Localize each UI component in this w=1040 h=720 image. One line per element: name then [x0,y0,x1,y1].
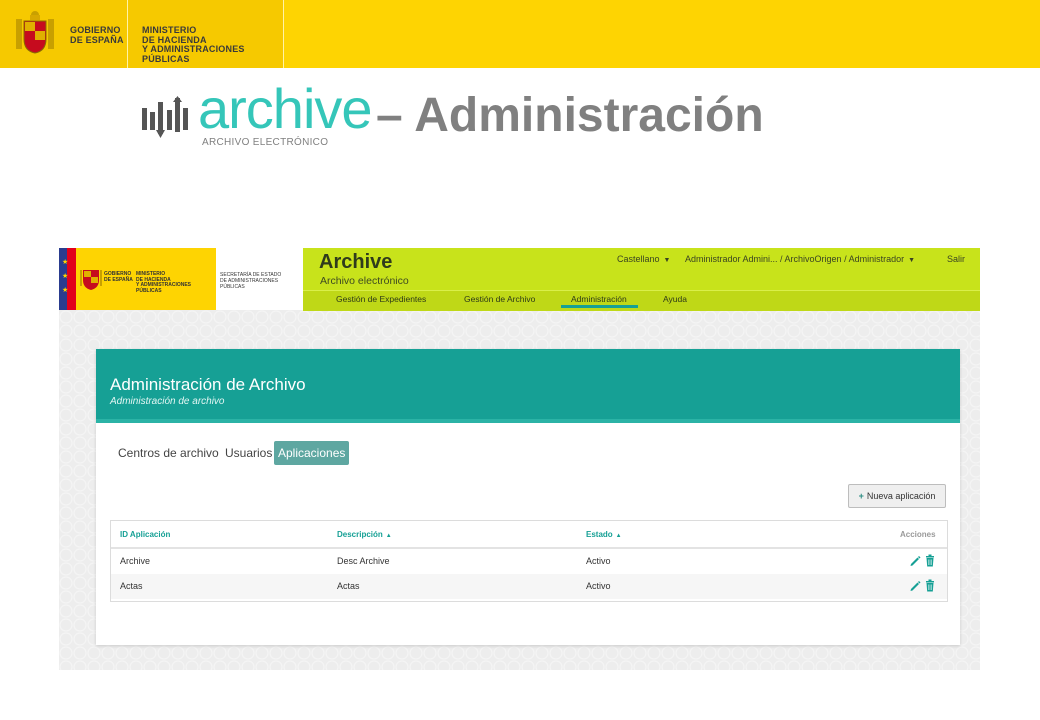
table-row[interactable]: Archive Desc Archive Activo [111,549,947,574]
col-descripcion-label: Descripción [337,530,383,539]
coat-of-arms-icon [80,270,102,290]
col-estado[interactable]: Estado ▲ [586,530,622,539]
cell-estado: Activo [586,556,611,566]
col-estado-label: Estado [586,530,613,539]
nav-gestion-archivo[interactable]: Gestión de Archivo [464,294,535,304]
gobierno-text: GOBIERNO DE ESPAÑA [70,25,124,45]
logout-link[interactable]: Salir [947,254,965,264]
col-id-aplicacion[interactable]: ID Aplicación [120,530,170,539]
edit-pencil-icon[interactable] [909,554,921,567]
nav-gestion-expedientes[interactable]: Gestión de Expedientes [336,294,426,304]
language-label: Castellano [617,254,660,264]
coat-of-arms-icon [16,11,54,54]
row-actions [909,579,937,593]
edit-pencil-icon[interactable] [909,579,921,592]
banner-logos: GOBIERNO DE ESPAÑA MINISTERIO DE HACIEND… [0,0,284,68]
panel-title: Administración de Archivo [110,375,306,394]
ministerio-text: MINISTERIO DE HACIENDA Y ADMINISTRACIONE… [142,25,245,64]
nav-ayuda[interactable]: Ayuda [663,294,687,304]
plus-icon: + [858,491,864,501]
panel-header: Administración de Archivo Administración… [96,349,960,423]
divider [283,0,284,68]
slide-title: archive ARCHIVO ELECTRÓNICO – Administra… [142,77,842,158]
content-panel: Administración de Archivo Administración… [96,349,960,645]
cell-id: Actas [120,581,143,591]
tab-usuarios[interactable]: Usuarios [221,441,276,465]
table-header: ID Aplicación Descripción ▲ Estado ▲ Accio… [111,521,947,549]
archive-logo-text: archive [198,77,373,140]
cell-descripcion: Desc Archive [337,556,390,566]
app-name: Archive [319,251,393,273]
sort-asc-icon: ▲ [615,533,622,539]
applications-table: ID Aplicación Descripción ▲ Estado ▲ Accio… [110,520,948,602]
col-acciones: Acciones [900,530,936,539]
cell-estado: Activo [586,581,611,591]
nav-administracion[interactable]: Administración [561,294,638,308]
secretaria-text: SECRETARÍA DE ESTADO DE ADMINISTRACIONES… [220,272,282,290]
divider [127,0,128,68]
app-header-logos: ★ ★ ★ GOBIERNO DE ESPAÑA MINISTERIO DE HAC… [59,248,303,310]
language-selector[interactable]: Castellano ▼ [617,254,670,264]
panel-subtitle: Administración de archivo [110,396,225,407]
tab-centros-archivo[interactable]: Centros de archivo [114,441,223,465]
new-application-label: Nueva aplicación [866,491,936,501]
cell-descripcion: Actas [337,581,360,591]
gobierno-logo: GOBIERNO DE ESPAÑA MINISTERIO DE HACIEND… [76,248,216,310]
table-row[interactable]: Actas Actas Activo [111,574,947,599]
caret-down-icon: ▼ [663,257,671,264]
ministerio-text: MINISTERIO DE HACIENDA Y ADMINISTRACIONE… [136,271,192,294]
row-actions [909,554,937,568]
eu-flag-icon: ★ ★ ★ [59,248,76,310]
app-subtitle: Archivo electrónico [320,275,409,287]
caret-down-icon: ▼ [908,257,916,264]
cell-id: Archive [120,556,151,566]
page-title: – Administración [376,89,764,142]
col-descripcion[interactable]: Descripción ▲ [337,530,392,539]
app-screenshot: ★ ★ ★ GOBIERNO DE ESPAÑA MINISTERIO DE HAC… [59,248,980,670]
delete-trash-icon[interactable] [924,554,936,567]
sort-asc-icon: ▲ [385,533,392,539]
delete-trash-icon[interactable] [924,579,936,592]
new-application-button[interactable]: + Nueva aplicación [848,484,946,508]
tab-aplicaciones[interactable]: Aplicaciones [274,441,350,465]
gobierno-text: GOBIERNO DE ESPAÑA [104,271,133,283]
user-label: Administrador Admini... / ArchivoOrigen … [685,254,905,264]
user-menu[interactable]: Administrador Admini... / ArchivoOrigen … [685,254,915,264]
archive-logo-icon [142,96,188,138]
government-banner: GOBIERNO DE ESPAÑA MINISTERIO DE HACIEND… [0,0,1040,68]
archive-logo-subtitle: ARCHIVO ELECTRÓNICO [202,137,329,148]
